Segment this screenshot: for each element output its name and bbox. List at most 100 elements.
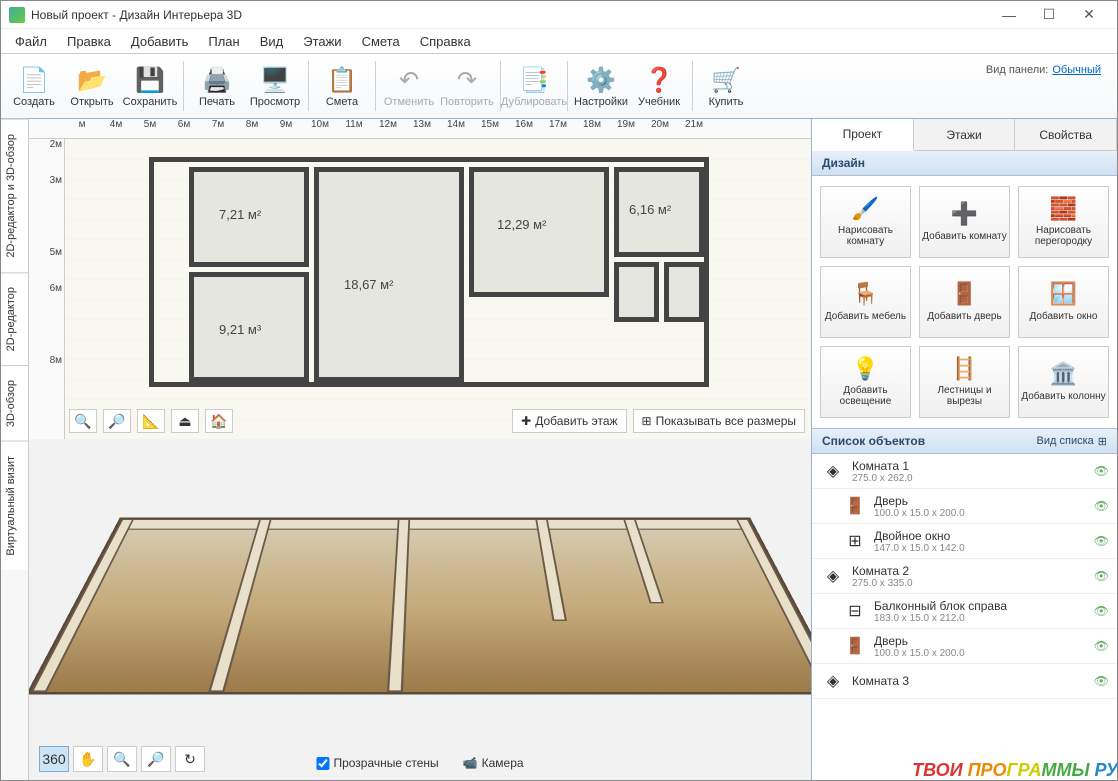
toolbar-Отменить: ↶Отменить [380, 56, 438, 116]
object-list[interactable]: ◈Комната 1275.0 x 262.0👁🚪Дверь100.0 x 15… [812, 454, 1117, 780]
tool-Добавить дверь[interactable]: 🚪Добавить дверь [919, 266, 1010, 338]
object-item[interactable]: ◈Комната 1275.0 x 262.0👁 [812, 454, 1117, 489]
rotate360-button[interactable]: 360 [39, 746, 69, 772]
object-item[interactable]: ⊞Двойное окно147.0 x 15.0 x 142.0👁 [812, 524, 1117, 559]
design-section-title: Дизайн [812, 151, 1117, 176]
menu-Добавить[interactable]: Добавить [123, 32, 196, 51]
tool-icon: 🖌️ [852, 197, 879, 221]
transparent-walls-checkbox[interactable]: Прозрачные стены [316, 756, 438, 770]
Сохранить-icon: 💾 [134, 64, 166, 96]
toolbar-Смета[interactable]: 📋Смета [313, 56, 371, 116]
tool-Добавить мебель[interactable]: 🪑Добавить мебель [820, 266, 911, 338]
visibility-icon[interactable]: 👁 [1094, 499, 1109, 513]
menu-Файл[interactable]: Файл [7, 32, 55, 51]
add-floor-button[interactable]: ✚Добавить этаж [512, 409, 626, 433]
object-item[interactable]: ◈Комната 2275.0 x 335.0👁 [812, 559, 1117, 594]
Создать-icon: 📄 [18, 64, 50, 96]
visibility-icon[interactable]: 👁 [1094, 604, 1109, 618]
3d-render [29, 517, 811, 694]
reset-view-button[interactable]: ↻ [175, 746, 205, 772]
Смета-icon: 📋 [326, 64, 358, 96]
toolbar-Дублировать: 📑Дублировать [505, 56, 563, 116]
close-button[interactable]: ✕ [1069, 1, 1109, 29]
tool-icon: ➕ [951, 202, 978, 226]
right-tab-Этажи[interactable]: Этажи [914, 119, 1016, 150]
object-icon: ⊞ [842, 528, 868, 554]
zoom-in-button[interactable]: 🔎 [103, 409, 131, 433]
titlebar: Новый проект - Дизайн Интерьера 3D — ☐ ✕ [1, 1, 1117, 29]
menu-Смета[interactable]: Смета [354, 32, 408, 51]
object-icon: ◈ [820, 668, 846, 694]
pan-button[interactable]: ✋ [73, 746, 103, 772]
camera-toggle[interactable]: 📹 Камера [463, 756, 524, 770]
view-3d-area[interactable]: 360 ✋ 🔍 🔎 ↻ Прозрачные стены 📹 Камера [29, 439, 811, 780]
tool-icon: 🚪 [951, 282, 978, 306]
toolbar-Настройки[interactable]: ⚙️Настройки [572, 56, 630, 116]
left-tabs: 2D-редактор и 3D-обзор2D-редактор3D-обзо… [1, 119, 29, 780]
ruler-vertical: 2м3м5м6м8м [29, 139, 65, 439]
tool-Добавить колонну[interactable]: 🏛️Добавить колонну [1018, 346, 1109, 418]
Печать-icon: 🖨️ [201, 64, 233, 96]
right-panel: ПроектЭтажиСвойства Дизайн 🖌️Нарисовать … [811, 119, 1117, 780]
zoom-out-button[interactable]: 🔍 [69, 409, 97, 433]
object-icon: ◈ [820, 563, 846, 589]
visibility-icon[interactable]: 👁 [1094, 674, 1109, 688]
menu-Вид[interactable]: Вид [252, 32, 292, 51]
menu-Правка[interactable]: Правка [59, 32, 119, 51]
menu-Этажи[interactable]: Этажи [295, 32, 349, 51]
object-item[interactable]: 🚪Дверь100.0 x 15.0 x 200.0👁 [812, 629, 1117, 664]
toolbar-Создать[interactable]: 📄Создать [5, 56, 63, 116]
menu-Справка[interactable]: Справка [412, 32, 479, 51]
floorplan[interactable]: 7,21 м² 18,67 м² 12,29 м² 6,16 м² 9,21 м… [149, 157, 709, 387]
panel-mode: Вид панели: Обычный [986, 64, 1113, 76]
home-view-button[interactable]: 🏠 [205, 409, 233, 433]
view-type-toggle[interactable]: Вид списка ⊞ [1037, 435, 1107, 448]
tool-Добавить комнату[interactable]: ➕Добавить комнату [919, 186, 1010, 258]
tool-Нарисовать комнату[interactable]: 🖌️Нарисовать комнату [820, 186, 911, 258]
object-item[interactable]: ◈Комната 3👁 [812, 664, 1117, 699]
Настройки-icon: ⚙️ [585, 64, 617, 96]
visibility-icon[interactable]: 👁 [1094, 534, 1109, 548]
right-tab-Проект[interactable]: Проект [812, 119, 914, 151]
zoom-out-3d-button[interactable]: 🔍 [107, 746, 137, 772]
toolbar-Повторить: ↷Повторить [438, 56, 496, 116]
visibility-icon[interactable]: 👁 [1094, 639, 1109, 653]
tool-icon: 💡 [852, 357, 879, 381]
tool-icon: 🪟 [1050, 282, 1077, 306]
toolbar-Печать[interactable]: 🖨️Печать [188, 56, 246, 116]
plan-tools: 🔍 🔎 📐 ⏏ 🏠 [69, 409, 233, 433]
visibility-icon[interactable]: 👁 [1094, 569, 1109, 583]
Открыть-icon: 📂 [76, 64, 108, 96]
tool-Добавить окно[interactable]: 🪟Добавить окно [1018, 266, 1109, 338]
toolbar-Учебник[interactable]: ❓Учебник [630, 56, 688, 116]
left-tab-3[interactable]: Виртуальный визит [1, 441, 28, 570]
maximize-button[interactable]: ☐ [1029, 1, 1069, 29]
minimize-button[interactable]: — [989, 1, 1029, 29]
toolbar-Просмотр[interactable]: 🖥️Просмотр [246, 56, 304, 116]
panel-mode-link[interactable]: Обычный [1052, 64, 1101, 76]
toolbar-Купить[interactable]: 🛒Купить [697, 56, 755, 116]
home-button[interactable]: ⏏ [171, 409, 199, 433]
object-icon: 🚪 [842, 493, 868, 519]
left-tab-1[interactable]: 2D-редактор [1, 272, 28, 365]
left-tab-2[interactable]: 3D-обзор [1, 365, 28, 441]
measure-button[interactable]: 📐 [137, 409, 165, 433]
toolbar-Открыть[interactable]: 📂Открыть [63, 56, 121, 116]
object-item[interactable]: 🚪Дверь100.0 x 15.0 x 200.0👁 [812, 489, 1117, 524]
tool-Нарисовать перегородку[interactable]: 🧱Нарисовать перегородку [1018, 186, 1109, 258]
object-item[interactable]: ⊟Балконный блок справа183.0 x 15.0 x 212… [812, 594, 1117, 629]
Купить-icon: 🛒 [710, 64, 742, 96]
right-tab-Свойства[interactable]: Свойства [1015, 119, 1117, 150]
plan-2d-area[interactable]: 2м3м5м6м8м 7,21 м² 18,67 м² 12,29 м² 6,1… [29, 139, 811, 439]
object-icon: 🚪 [842, 633, 868, 659]
Дублировать-icon: 📑 [518, 64, 550, 96]
tool-Добавить освещение[interactable]: 💡Добавить освещение [820, 346, 911, 418]
tool-Лестницы и вырезы[interactable]: 🪜Лестницы и вырезы [919, 346, 1010, 418]
left-tab-0[interactable]: 2D-редактор и 3D-обзор [1, 119, 28, 272]
zoom-in-3d-button[interactable]: 🔎 [141, 746, 171, 772]
app-icon [9, 7, 25, 23]
menu-План[interactable]: План [200, 32, 247, 51]
toolbar-Сохранить[interactable]: 💾Сохранить [121, 56, 179, 116]
visibility-icon[interactable]: 👁 [1094, 464, 1109, 478]
show-sizes-button[interactable]: ⊞Показывать все размеры [633, 409, 805, 433]
